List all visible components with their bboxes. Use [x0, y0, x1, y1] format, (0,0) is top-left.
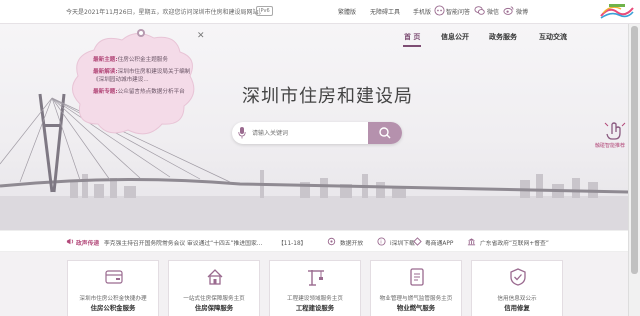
cloud-item[interactable]: 最新主题:住房公积金主题服务: [93, 56, 193, 64]
nav-interaction[interactable]: 互动交流: [539, 32, 567, 42]
megaphone-icon: [66, 238, 74, 245]
smart-recommend-label: 触碰智能推荐: [595, 143, 626, 149]
touch-hand-icon: [604, 122, 626, 140]
yueshangtong-app-link[interactable]: 粤商通APP: [425, 238, 453, 247]
yueshangtong-icon: [413, 237, 422, 246]
search-button[interactable]: [368, 122, 402, 144]
wechat-link[interactable]: 微信: [487, 7, 499, 16]
weibo-link[interactable]: 微博: [516, 7, 528, 16]
traditional-chinese-link[interactable]: 繁體版: [338, 7, 356, 16]
card-title: 住房公积金服务: [90, 304, 136, 312]
service-card-property-gas[interactable]: 物业管理与燃气监管服务主页 物业燃气服务: [370, 260, 462, 316]
close-icon[interactable]: ✕: [197, 32, 205, 41]
card-subtitle: 信用信息双公示: [497, 296, 537, 302]
internet-inspection-link[interactable]: 广东省政府“互联网+督查”: [480, 238, 549, 247]
nav-active-indicator: [403, 45, 421, 47]
card-title: 信用修复: [504, 304, 530, 312]
search-input[interactable]: [252, 126, 362, 140]
i-shenzhen-download-link[interactable]: i深圳下载: [390, 238, 415, 247]
news-bar: 政声传递 李克强主持召开国务院常务会议 审议通过“十四五”推进国家... 【11…: [0, 230, 628, 252]
credit-shield-icon: [510, 268, 526, 286]
top-bar: 今天是2021年11月26日，星期五，欢迎您访问深圳市住房和建设局网站。 IPv…: [0, 0, 640, 24]
service-card-housing-security[interactable]: 一站式住房保障服务主页 住房保障服务: [168, 260, 260, 316]
smart-qa-link[interactable]: 智能问答: [446, 7, 470, 16]
search-icon: [379, 127, 391, 139]
svg-text:i: i: [380, 240, 382, 246]
i-shenzhen-icon: i: [377, 237, 386, 246]
card-subtitle: 一站式住房保障服务主页: [183, 296, 245, 302]
wechat-icon: [474, 6, 485, 15]
nav-home[interactable]: 首 页: [404, 32, 420, 42]
data-open-link[interactable]: 数据开放: [340, 238, 363, 247]
page-scrollbar[interactable]: [628, 24, 640, 316]
card-title: 工程建设服务: [295, 304, 335, 312]
property-document-icon: [410, 268, 424, 286]
nav-government-services[interactable]: 政务服务: [489, 32, 517, 42]
smart-recommend-button[interactable]: 触碰智能推荐: [595, 120, 628, 150]
card-subtitle: 物业管理与燃气监管服务主页: [379, 296, 453, 302]
site-title: 深圳市住房和建设局: [242, 86, 413, 107]
mobile-version-link[interactable]: 手机版: [413, 7, 431, 16]
service-card-housing-fund[interactable]: 深圳市住房公积金快捷办理 住房公积金服务: [67, 260, 159, 316]
card-subtitle: 工程建设领域服务主页: [287, 296, 343, 302]
card-title: 物业燃气服务: [396, 304, 436, 312]
government-icon: [467, 238, 476, 246]
microphone-icon[interactable]: [238, 127, 246, 139]
nav-information-disclosure[interactable]: 信息公开: [441, 32, 469, 42]
cloud-item[interactable]: 最新专题:公众留言热点数据分析平台: [93, 88, 193, 96]
site-logo[interactable]: [599, 3, 635, 20]
hero-banner: 首 页 信息公开 政务服务 互动交流 最新主题:住房公积金主题服务 最新解读:深…: [0, 24, 628, 230]
welcome-text: 今天是2021年11月26日，星期五，欢迎您访问深圳市住房和建设局网站。: [66, 9, 265, 16]
news-headline-link[interactable]: 李克强主持召开国务院常务会议 审议通过“十四五”推进国家...: [104, 238, 262, 247]
scrollbar-thumb[interactable]: [631, 26, 638, 274]
crane-icon: [308, 270, 324, 286]
ipv6-badge: IPv6: [256, 6, 273, 16]
cloud-item[interactable]: 最新解读:深圳市住房和建设局关于编制《深圳园动城市建设...: [93, 68, 193, 84]
service-card-credit-repair[interactable]: 信用信息双公示 信用修复: [471, 260, 563, 316]
service-cards: 深圳市住房公积金快捷办理 住房公积金服务 一站式住房保障服务主页 住房保障服务 …: [0, 252, 628, 316]
featured-topics-cloud: 最新主题:住房公积金主题服务 最新解读:深圳市住房和建设局关于编制《深圳园动城市…: [66, 28, 200, 148]
news-date: 【11-18】: [278, 241, 307, 247]
service-card-engineering[interactable]: 工程建设领域服务主页 工程建设服务: [269, 260, 361, 316]
house-icon: [207, 269, 223, 285]
news-section-label: 政声传递: [76, 241, 100, 247]
robot-icon: [434, 5, 445, 16]
card-subtitle: 深圳市住房公积金快捷办理: [79, 296, 147, 302]
search-box: [232, 122, 402, 144]
weibo-icon: [503, 6, 514, 15]
card-title: 住房保障服务: [194, 304, 234, 312]
data-open-icon: [327, 237, 336, 246]
housing-fund-icon: [105, 270, 123, 284]
accessibility-tools-link[interactable]: 无障碍工具: [370, 7, 400, 16]
